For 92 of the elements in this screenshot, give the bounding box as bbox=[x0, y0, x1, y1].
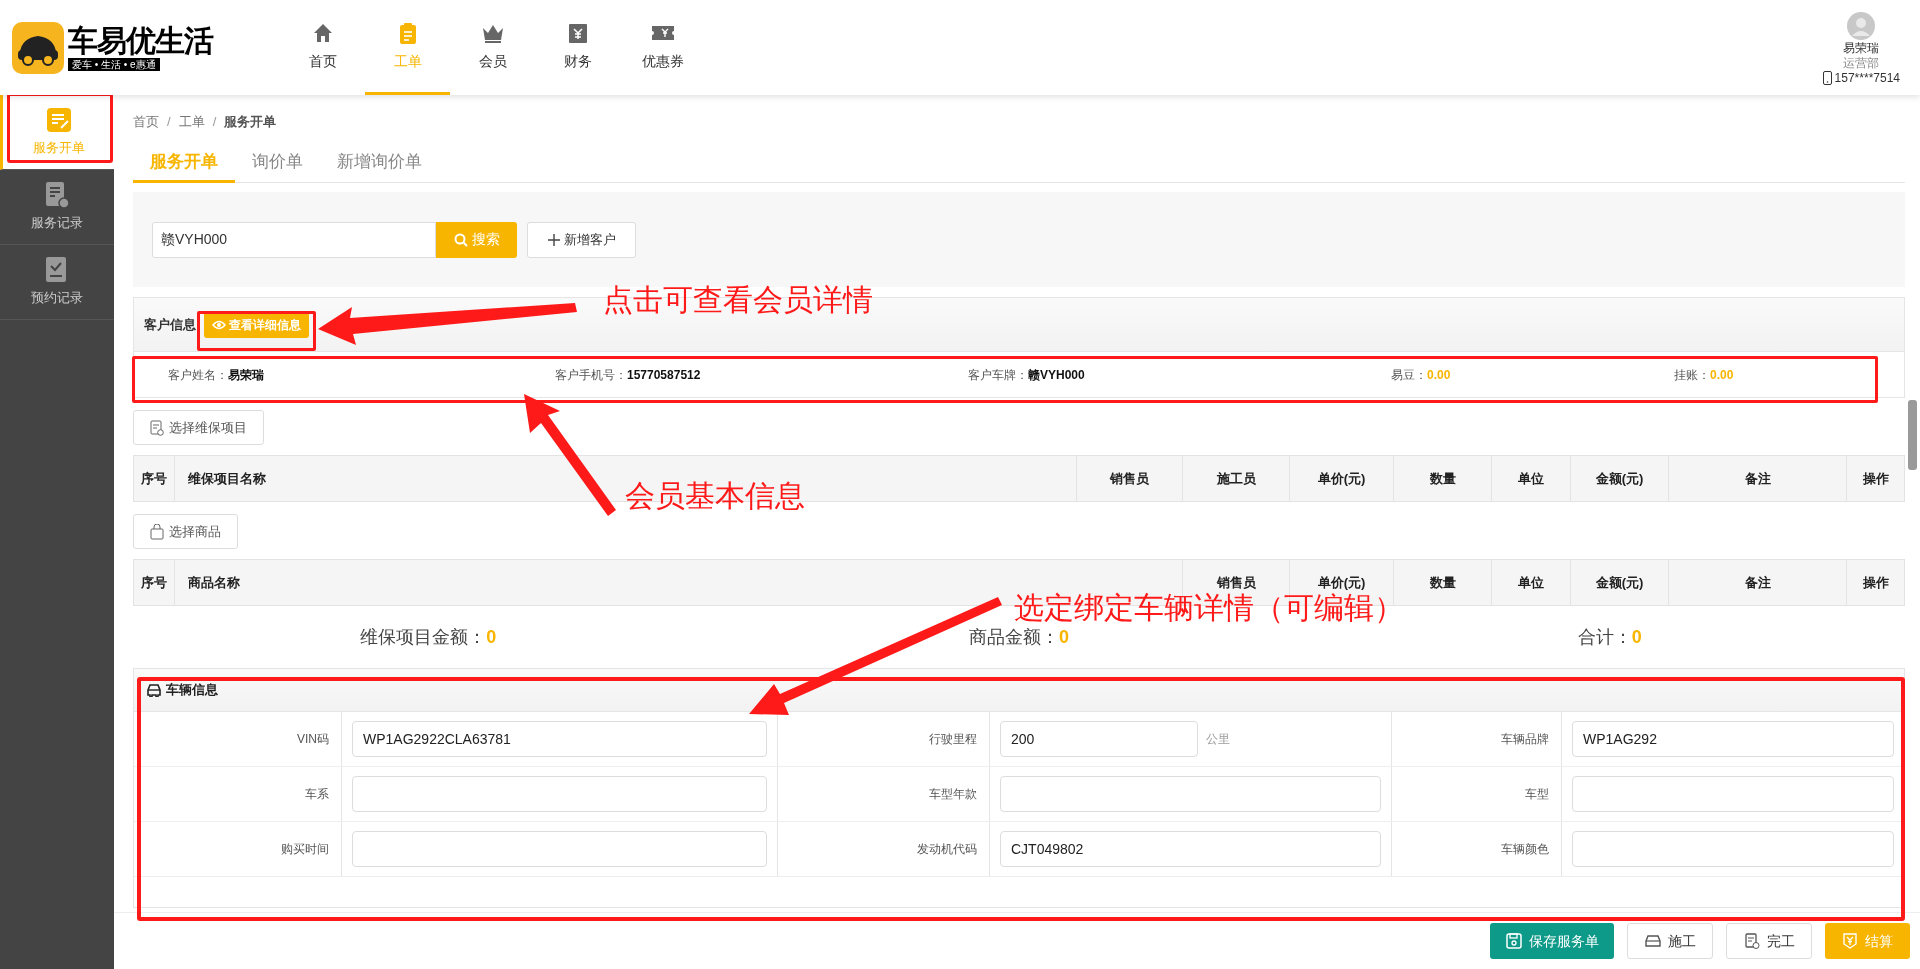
field-label: VIN码 bbox=[296, 731, 330, 748]
field-value: 赣VYH000 bbox=[1028, 366, 1085, 384]
field-label: 车型 bbox=[1391, 767, 1561, 821]
avatar-icon bbox=[1847, 11, 1876, 40]
search-field[interactable]: 赣VYH000 bbox=[152, 221, 436, 258]
breadcrumb-separator: / bbox=[212, 113, 217, 132]
column-header: 单价(元) bbox=[1289, 456, 1393, 501]
field-label: 车型年款 bbox=[777, 767, 989, 821]
column-header: 操作 bbox=[1846, 456, 1904, 501]
field-value: 0.00 bbox=[1427, 366, 1451, 384]
user-department: 运营部 bbox=[1843, 55, 1880, 71]
section-title: 车辆信息 bbox=[166, 681, 218, 700]
yen-icon bbox=[1842, 933, 1858, 949]
total-label: 合计： bbox=[1577, 625, 1632, 649]
input-field[interactable] bbox=[352, 776, 767, 812]
field-label: 挂账： bbox=[1674, 366, 1710, 384]
column-header: 金额(元) bbox=[1570, 456, 1668, 501]
tab[interactable]: 新增询价单 bbox=[320, 143, 439, 183]
add-customer-button[interactable]: 新增客户 bbox=[527, 221, 636, 258]
edit-note-icon bbox=[44, 106, 73, 135]
user-phone: 157****7514 bbox=[1834, 70, 1900, 86]
logo-tagline: 爱车 • 生活 • e惠通 bbox=[68, 58, 160, 71]
select-service-button[interactable]: 选择维保项目 bbox=[133, 410, 264, 445]
field-label: 客户手机号： bbox=[555, 366, 627, 384]
total-value: 0 bbox=[1631, 625, 1642, 649]
field-label: 发动机代码 bbox=[777, 822, 989, 876]
action-button[interactable]: 保存服务单 bbox=[1490, 923, 1614, 959]
field-label: 客户姓名： bbox=[168, 366, 228, 384]
scrollbar-thumb[interactable] bbox=[1908, 400, 1917, 470]
column-header: 销售员 bbox=[1076, 456, 1182, 501]
logo-icon bbox=[12, 21, 64, 74]
column-header: 金额(元) bbox=[1570, 560, 1668, 605]
nav-tab[interactable]: 优惠券 bbox=[620, 0, 705, 95]
car-icon bbox=[1644, 933, 1661, 949]
field-label: 车系 bbox=[304, 786, 330, 803]
input-field[interactable]: CJT049802 bbox=[1000, 831, 1381, 867]
column-header: 操作 bbox=[1846, 560, 1904, 605]
document-check-icon bbox=[1743, 933, 1760, 949]
column-header: 数量 bbox=[1393, 560, 1491, 605]
field-label: 客户车牌： bbox=[968, 366, 1028, 384]
field-value: 易荣瑞 bbox=[228, 366, 264, 384]
breadcrumb-item: 服务开单 bbox=[224, 113, 277, 132]
annotation-text: 会员基本信息 bbox=[625, 478, 805, 514]
search-icon bbox=[453, 232, 468, 247]
input-field[interactable] bbox=[1000, 776, 1381, 812]
input-field[interactable] bbox=[352, 831, 767, 867]
user-name: 易荣瑞 bbox=[1843, 39, 1880, 56]
logo-text: 车易优生活 bbox=[68, 24, 213, 58]
section-title: 客户信息 bbox=[144, 315, 196, 334]
field-label: 车辆颜色 bbox=[1391, 822, 1561, 876]
total-label: 维保项目金额： bbox=[360, 625, 487, 649]
breadcrumb-item[interactable]: 工单 bbox=[178, 112, 205, 132]
action-button[interactable]: 完工 bbox=[1726, 923, 1812, 959]
nav-tab[interactable]: 财务 bbox=[535, 0, 620, 95]
input-field[interactable] bbox=[1572, 831, 1894, 867]
breadcrumb-item[interactable]: 首页 bbox=[133, 112, 159, 132]
input-field[interactable]: 200 bbox=[1000, 721, 1198, 757]
select-product-button[interactable]: 选择商品 bbox=[133, 514, 238, 549]
column-header: 备注 bbox=[1668, 560, 1846, 605]
column-header: 序号 bbox=[140, 469, 168, 488]
input-field[interactable] bbox=[1572, 776, 1894, 812]
unit-label: 公里 bbox=[1206, 731, 1230, 748]
shopping-bag-icon bbox=[150, 523, 164, 540]
document-check-icon bbox=[150, 419, 164, 436]
field-label: 购买时间 bbox=[280, 841, 330, 858]
column-header: 数量 bbox=[1393, 456, 1491, 501]
save-icon bbox=[1505, 933, 1522, 949]
annotation-text: 点击可查看会员详情 bbox=[603, 282, 873, 318]
total-value: 0 bbox=[486, 625, 497, 649]
eye-icon bbox=[212, 319, 226, 330]
total-value: 0 bbox=[1059, 625, 1069, 649]
breadcrumb-separator: / bbox=[167, 113, 171, 132]
tab[interactable]: 询价单 bbox=[235, 143, 320, 183]
nav-tab[interactable]: 会员 bbox=[450, 0, 535, 95]
field-value: 15770587512 bbox=[627, 366, 701, 384]
document-clock-icon bbox=[43, 181, 71, 210]
column-header: 单位 bbox=[1491, 456, 1570, 501]
column-header: 备注 bbox=[1668, 456, 1846, 501]
phone-icon bbox=[1822, 71, 1832, 85]
action-button[interactable]: 施工 bbox=[1627, 923, 1713, 959]
column-header: 序号 bbox=[140, 573, 168, 592]
nav-tab[interactable]: 首页 bbox=[280, 0, 365, 95]
input-field[interactable]: WP1AG2922CLA63781 bbox=[352, 721, 767, 757]
field-label: 易豆： bbox=[1391, 366, 1427, 384]
car-icon bbox=[146, 683, 162, 697]
field-label: 车辆品牌 bbox=[1391, 712, 1561, 766]
total-label: 商品金额： bbox=[969, 625, 1059, 649]
column-header: 施工员 bbox=[1182, 456, 1289, 501]
field-value: 0.00 bbox=[1710, 366, 1734, 384]
column-header: 单位 bbox=[1491, 560, 1570, 605]
input-field[interactable]: WP1AG292 bbox=[1572, 721, 1894, 757]
plus-icon bbox=[547, 233, 560, 246]
